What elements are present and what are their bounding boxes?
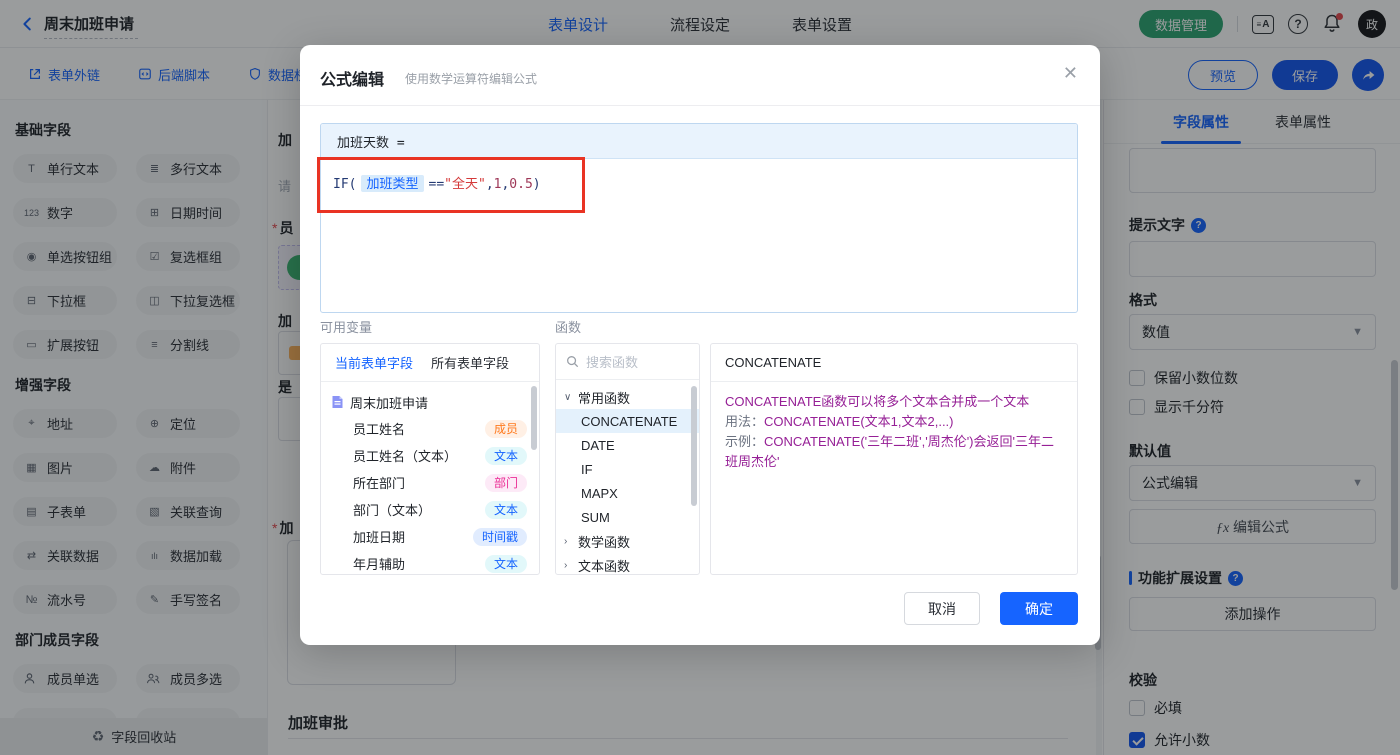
formula-operator: == — [428, 177, 445, 192]
formula-target-bar: 加班天数 = — [321, 124, 1077, 159]
function-item[interactable]: SUM — [556, 505, 699, 529]
tab-all-form-fields[interactable]: 所有表单字段 — [431, 353, 509, 372]
field-type-badge: 部门 — [484, 473, 527, 492]
functions-scrollbar-thumb[interactable] — [691, 386, 697, 506]
confirm-button[interactable]: 确定 — [1000, 592, 1078, 625]
function-group-common[interactable]: ∨ 常用函数 — [556, 385, 699, 409]
variables-label: 可用变量 — [320, 320, 373, 335]
variable-field-row[interactable]: 员工姓名 成员 — [331, 415, 529, 442]
variable-field-row[interactable]: 加班日期 时间戳 — [331, 523, 529, 550]
formula-string: "全天" — [444, 177, 486, 192]
field-type-badge: 文本 — [484, 500, 527, 519]
form-doc-icon — [332, 396, 343, 408]
formula-keyword: IF( — [333, 177, 357, 192]
variable-field-row[interactable]: 员工姓名（文本） 文本 — [331, 442, 529, 469]
field-type-badge: 时间戳 — [472, 527, 527, 546]
function-description-body: CONCATENATE函数可以将多个文本合并成一个文本 用法：CONCATENA… — [711, 382, 1077, 482]
form-node[interactable]: 周末加班申请 — [331, 389, 529, 415]
close-icon[interactable]: ✕ — [1063, 63, 1078, 84]
function-search-box[interactable]: 搜索函数 — [556, 344, 699, 380]
description-line: CONCATENATE函数可以将多个文本合并成一个文本 — [725, 394, 1030, 409]
field-type-badge: 成员 — [484, 419, 527, 438]
header-divider — [300, 105, 1100, 106]
function-item[interactable]: IF — [556, 457, 699, 481]
cancel-button[interactable]: 取消 — [904, 592, 980, 625]
chevron-right-icon: › — [564, 559, 568, 571]
tab-current-form-fields[interactable]: 当前表单字段 — [335, 353, 413, 372]
function-group-math[interactable]: › 数学函数 — [556, 529, 699, 553]
chevron-down-icon: ∨ — [564, 391, 572, 403]
formula-variable-chip[interactable]: 加班类型 — [361, 175, 424, 192]
function-item-selected[interactable]: CONCATENATE — [556, 409, 699, 433]
dialog-subtitle: 使用数学运算符编辑公式 — [405, 72, 538, 86]
field-type-badge: 文本 — [484, 554, 527, 573]
search-icon — [567, 356, 579, 368]
example-line: 示例：CONCATENATE('三年二班','周杰伦')会返回'三年二班周杰伦' — [725, 434, 1054, 469]
formula-code[interactable]: IF(加班类型 =="全天",1,0.5) — [321, 159, 1077, 206]
variable-field-row[interactable]: 年月辅助 文本 — [331, 550, 529, 574]
formula-number: 0.5 — [509, 177, 533, 192]
variable-field-row[interactable]: 部门（文本） 文本 — [331, 496, 529, 523]
functions-label: 函数 — [555, 320, 582, 335]
variables-tabs: 当前表单字段 所有表单字段 — [321, 344, 539, 382]
variables-scrollbar-thumb[interactable] — [531, 386, 537, 450]
variable-field-row[interactable]: 所在部门 部门 — [331, 469, 529, 496]
function-group-text[interactable]: › 文本函数 — [556, 553, 699, 574]
functions-pane: 搜索函数 ∨ 常用函数 CONCATENATE DATE IF MAPX SUM … — [555, 343, 700, 575]
function-item[interactable]: DATE — [556, 433, 699, 457]
app-window: 周末加班申请 表单设计 流程设定 表单设置 数据管理 ≡A ? 政 表单外链 — [0, 0, 1400, 755]
usage-line: 用法：CONCATENATE(文本1,文本2,...) — [725, 414, 954, 429]
variables-tree: 周末加班申请 员工姓名 成员 员工姓名（文本） 文本 所在部门 部门 部门（文本） 文本… — [321, 382, 539, 574]
function-item[interactable]: MAPX — [556, 481, 699, 505]
formula-editor[interactable]: 加班天数 = IF(加班类型 =="全天",1,0.5) — [320, 123, 1078, 313]
variables-pane: 当前表单字段 所有表单字段 周末加班申请 员工姓名 成员 员工姓名（文本） 文本 所… — [320, 343, 540, 575]
dialog-title: 公式编辑 — [320, 72, 385, 89]
search-placeholder: 搜索函数 — [586, 355, 639, 370]
formula-edit-dialog: 公式编辑 使用数学运算符编辑公式 ✕ 加班天数 = IF(加班类型 =="全天",… — [300, 45, 1100, 645]
field-type-badge: 文本 — [484, 446, 527, 465]
function-name-header: CONCATENATE — [711, 344, 1077, 382]
chevron-right-icon: › — [564, 535, 568, 547]
function-description-pane: CONCATENATE CONCATENATE函数可以将多个文本合并成一个文本 … — [710, 343, 1078, 575]
functions-tree: ∨ 常用函数 CONCATENATE DATE IF MAPX SUM › 数学函数… — [556, 380, 699, 574]
